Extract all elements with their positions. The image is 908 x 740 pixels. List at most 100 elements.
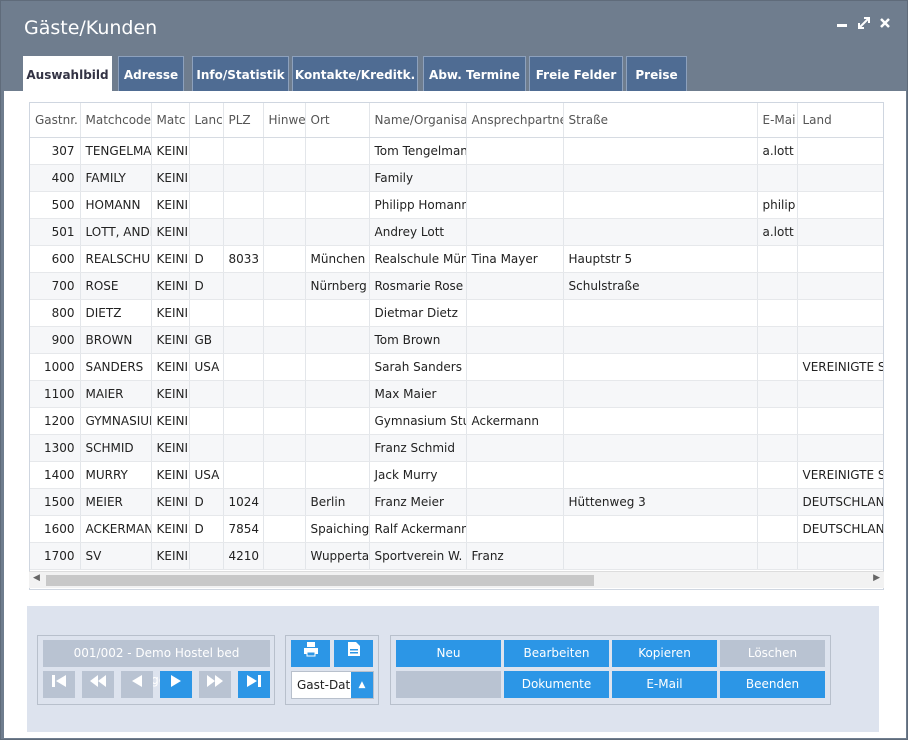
delete-button[interactable]: Löschen bbox=[720, 640, 825, 667]
column-header[interactable]: E-Mai bbox=[757, 103, 798, 138]
hotel-selector[interactable]: 001/002 - Demo Hostel bed categories bbox=[43, 640, 270, 687]
table-cell: Ralf Ackermann bbox=[369, 515, 467, 543]
table-cell bbox=[263, 164, 306, 192]
tab-info-statistik[interactable]: Info/Statistik bbox=[192, 56, 289, 91]
table-cell bbox=[305, 299, 370, 327]
table-cell: Spaiching bbox=[305, 515, 370, 543]
table-row[interactable]: 1100 MAIER KEINI Max Maier bbox=[30, 380, 883, 408]
tab-kontakte[interactable]: Kontakte/Kreditk. bbox=[292, 56, 418, 91]
maximize-icon[interactable] bbox=[858, 17, 870, 33]
table-cell: Hauptstr 5 bbox=[563, 245, 758, 273]
table-row[interactable]: 307 TENGELMAI KEINI Tom Tengelman a.lott bbox=[30, 137, 883, 165]
table-row[interactable]: 1600 ACKERMAN KEINI D 7854 Spaiching Ralf Acke… bbox=[30, 515, 883, 543]
table-cell: KEINI bbox=[151, 218, 190, 246]
scroll-left-icon[interactable]: ◀ bbox=[33, 573, 40, 583]
chevron-up-icon[interactable]: ▲ bbox=[351, 672, 373, 698]
table-cell bbox=[466, 218, 564, 246]
table-cell bbox=[263, 299, 306, 327]
sort-select[interactable]: Gast-Date ▲ bbox=[291, 671, 374, 699]
table-row[interactable]: 700 ROSE KEINI D Nürnberg Rosmarie Rose Schuls… bbox=[30, 272, 883, 300]
table-cell bbox=[466, 353, 564, 381]
table-cell: 600 bbox=[30, 245, 81, 273]
table-row[interactable]: 1500 MEIER KEINI D 1024 Berlin Franz Meier Hütt… bbox=[30, 488, 883, 516]
printer-icon[interactable] bbox=[291, 640, 330, 667]
column-header[interactable]: Gastnr. bbox=[30, 103, 81, 138]
tab-abw-termine[interactable]: Abw. Termine bbox=[423, 56, 526, 91]
new-button[interactable]: Neu bbox=[396, 640, 501, 667]
print-box: Gast-Date ▲ bbox=[285, 635, 379, 705]
table-row[interactable]: 1400 MURRY KEINI USA Jack Murry VEREINIGTE ST bbox=[30, 461, 883, 489]
table-cell: 501 bbox=[30, 218, 81, 246]
table-cell: Franz bbox=[466, 542, 564, 570]
copy-button[interactable]: Kopieren bbox=[612, 640, 717, 667]
scroll-right-icon[interactable]: ▶ bbox=[873, 573, 880, 583]
column-header[interactable]: Matc bbox=[151, 103, 190, 138]
column-header[interactable]: Ort bbox=[305, 103, 370, 138]
table-row[interactable]: 1000 SANDERS KEINI USA Sarah Sanders VEREINIG… bbox=[30, 353, 883, 381]
table-row[interactable]: 400 FAMILY KEINI Family bbox=[30, 164, 883, 192]
table-cell bbox=[263, 542, 306, 570]
documents-button[interactable]: Dokumente bbox=[504, 671, 609, 698]
table-row[interactable]: 1700 SV KEINI 4210 Wupperta Sportverein W. Fra… bbox=[30, 542, 883, 570]
prev-icon[interactable] bbox=[121, 671, 153, 698]
table-cell: a.lott bbox=[757, 218, 798, 246]
table-cell: MAIER bbox=[80, 380, 152, 408]
fast-forward-icon[interactable] bbox=[199, 671, 231, 698]
table-row[interactable]: 800 DIETZ KEINI Dietmar Dietz bbox=[30, 299, 883, 327]
column-header[interactable]: Name/Organisat bbox=[369, 103, 467, 138]
table-cell: D bbox=[189, 488, 224, 516]
table-cell: Schulstraße bbox=[563, 272, 758, 300]
column-header[interactable]: Hinwe bbox=[263, 103, 306, 138]
table-row[interactable]: 500 HOMANN KEINI Philipp Homann philip bbox=[30, 191, 883, 219]
table-cell bbox=[757, 380, 798, 408]
table-cell bbox=[757, 326, 798, 354]
edit-button[interactable]: Bearbeiten bbox=[504, 640, 609, 667]
tab-freie-felder[interactable]: Freie Felder bbox=[529, 56, 623, 91]
table-row[interactable]: 501 LOTT, ANDI KEINI Andrey Lott a.lott bbox=[30, 218, 883, 246]
table-cell: Wupperta bbox=[305, 542, 370, 570]
table-cell: MEIER bbox=[80, 488, 152, 516]
table-cell bbox=[189, 542, 224, 570]
column-header[interactable]: Land bbox=[797, 103, 883, 138]
table-row[interactable]: 900 BROWN KEINI GB Tom Brown bbox=[30, 326, 883, 354]
table-cell: Philipp Homann bbox=[369, 191, 467, 219]
column-header[interactable]: PLZ bbox=[223, 103, 264, 138]
horizontal-scrollbar[interactable]: ◀ ▶ bbox=[29, 571, 884, 588]
minimize-icon[interactable] bbox=[836, 17, 848, 33]
table-cell bbox=[757, 353, 798, 381]
column-header[interactable]: Lanc bbox=[189, 103, 224, 138]
table-cell bbox=[757, 272, 798, 300]
next-icon[interactable] bbox=[160, 671, 192, 698]
exit-button[interactable]: Beenden bbox=[720, 671, 825, 698]
column-header[interactable]: Matchcode bbox=[80, 103, 152, 138]
table-row[interactable]: 1200GYMNASIUMKEINI Gymnasium StuAckermann bbox=[30, 407, 883, 435]
table-cell bbox=[757, 164, 798, 192]
table-cell bbox=[797, 326, 883, 354]
document-icon[interactable] bbox=[334, 640, 373, 667]
empty-button[interactable] bbox=[396, 671, 501, 698]
table-cell bbox=[305, 407, 370, 435]
scrollbar-thumb[interactable] bbox=[46, 575, 594, 586]
bottom-panel: 001/002 - Demo Hostel bed categories Gas… bbox=[27, 606, 879, 732]
column-header[interactable]: Straße bbox=[563, 103, 758, 138]
table-cell: Max Maier bbox=[369, 380, 467, 408]
last-icon[interactable] bbox=[238, 671, 270, 698]
table-cell: USA bbox=[189, 353, 224, 381]
tab-adresse[interactable]: Adresse bbox=[118, 56, 184, 91]
tab-preise[interactable]: Preise bbox=[626, 56, 687, 91]
tab-auswahlbild[interactable]: Auswahlbild bbox=[23, 56, 112, 93]
fast-back-icon[interactable] bbox=[82, 671, 114, 698]
email-button[interactable]: E-Mail bbox=[612, 671, 717, 698]
close-icon[interactable] bbox=[879, 17, 891, 33]
table-cell: KEINI bbox=[151, 488, 190, 516]
table-cell bbox=[305, 218, 370, 246]
table-cell bbox=[263, 137, 306, 165]
table-row[interactable]: 1300 SCHMID KEINI Franz Schmid bbox=[30, 434, 883, 462]
table-cell bbox=[223, 326, 264, 354]
column-header[interactable]: Ansprechpartne bbox=[466, 103, 564, 138]
table-cell: LOTT, ANDI bbox=[80, 218, 152, 246]
table-row[interactable]: 600 REALSCHUI KEINI D 8033 München Realschule … bbox=[30, 245, 883, 273]
first-icon[interactable] bbox=[43, 671, 75, 698]
table-cell: 4210 bbox=[223, 542, 264, 570]
table-cell: D bbox=[189, 245, 224, 273]
